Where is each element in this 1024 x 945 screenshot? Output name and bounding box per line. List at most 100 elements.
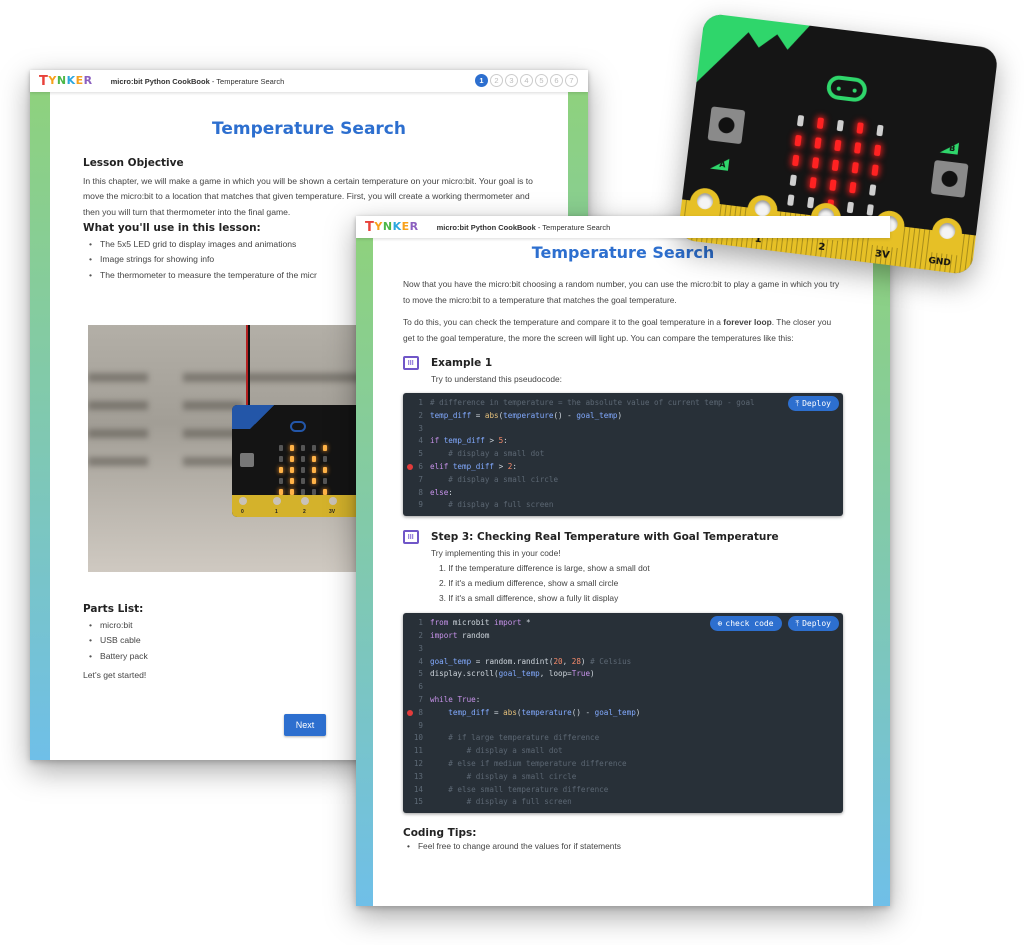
- deploy-button[interactable]: ⤒ Deploy: [787, 616, 839, 632]
- line-number[interactable]: 1: [403, 397, 427, 410]
- led: [834, 139, 842, 152]
- step-6[interactable]: 6: [550, 74, 563, 87]
- code-editor-step3[interactable]: 1 from microbit import * 2 import random 3 4 g…: [403, 613, 843, 814]
- code-line: 13 # display a small circle: [403, 771, 843, 784]
- code-editor-example[interactable]: 1 # difference in temperature = the absol…: [403, 393, 843, 517]
- step-3[interactable]: 3: [505, 74, 518, 87]
- example-subtitle: Try to understand this pseudocode:: [431, 374, 562, 384]
- line-number[interactable]: 3: [403, 643, 427, 656]
- line-number[interactable]: 14: [403, 784, 427, 797]
- led: [849, 181, 857, 194]
- step-5[interactable]: 5: [535, 74, 548, 87]
- led: [831, 159, 840, 172]
- forever-loop-term: forever loop: [723, 317, 772, 327]
- led: [796, 114, 805, 127]
- led: [290, 467, 294, 473]
- line-number[interactable]: 12: [403, 758, 427, 771]
- led: [301, 456, 305, 462]
- button-a[interactable]: [707, 106, 746, 145]
- microbit-green-corner: [696, 13, 824, 97]
- led: [279, 478, 283, 484]
- deploy-button[interactable]: ⤒ Deploy: [787, 396, 839, 411]
- step-4[interactable]: 4: [520, 74, 533, 87]
- led: [868, 184, 877, 196]
- code-line: 7 while True:: [403, 694, 843, 707]
- step-1[interactable]: 1: [475, 74, 488, 87]
- top-bar: TYNKER micro:bit Python CookBook - Tempe…: [30, 70, 588, 92]
- line-number[interactable]: 10: [403, 732, 427, 745]
- upload-icon: ⤒: [795, 398, 800, 408]
- led: [323, 467, 327, 473]
- check-code-button[interactable]: ⊕ check code: [709, 616, 782, 632]
- led: [846, 201, 855, 214]
- led: [794, 134, 802, 147]
- line-number[interactable]: 15: [403, 796, 427, 809]
- line-number[interactable]: 8: [403, 707, 427, 720]
- line-number[interactable]: 7: [403, 474, 427, 487]
- breadcrumb: micro:bit Python CookBook - Temperature …: [436, 222, 611, 232]
- led: [301, 445, 305, 451]
- code-line: 3: [403, 423, 843, 436]
- code-line: 12 # else if medium temperature differen…: [403, 758, 843, 771]
- led: [312, 467, 316, 473]
- line-number[interactable]: 9: [403, 499, 427, 512]
- step-7[interactable]: 7: [565, 74, 578, 87]
- code-block-icon: [403, 356, 419, 370]
- next-button[interactable]: Next: [284, 714, 326, 736]
- code-line: 4 goal_temp = random.randint(20, 28) # Ce…: [403, 656, 843, 669]
- step-indicator: 1 2 3 4 5 6 7: [475, 74, 578, 87]
- list-item: If it's a small difference, show a fully…: [448, 593, 619, 604]
- tynker-logo[interactable]: TYNKER: [39, 74, 93, 89]
- tynker-logo[interactable]: TYNKER: [365, 220, 419, 235]
- line-number[interactable]: 5: [403, 668, 427, 681]
- code-line: 9: [403, 720, 843, 733]
- led: [312, 478, 316, 484]
- line-number[interactable]: 7: [403, 694, 427, 707]
- line-number[interactable]: 4: [403, 435, 427, 448]
- led: [290, 478, 294, 484]
- led: [851, 161, 859, 174]
- book-title: micro:bit Python CookBook: [110, 76, 210, 86]
- line-number[interactable]: 13: [403, 771, 427, 784]
- led: [312, 456, 316, 462]
- code-line: 2 temp_diff = abs(temperature() - goal_te…: [403, 410, 843, 423]
- led: [301, 478, 305, 484]
- step-2[interactable]: 2: [490, 74, 503, 87]
- led: [836, 119, 844, 132]
- line-number[interactable]: 8: [403, 487, 427, 500]
- line-number[interactable]: 6: [403, 461, 427, 474]
- usb-cable: [246, 325, 250, 405]
- line-number[interactable]: 6: [403, 681, 427, 694]
- code-block-icon: [403, 530, 419, 545]
- led: [829, 179, 837, 192]
- book-title: micro:bit Python CookBook: [436, 222, 536, 232]
- led: [787, 194, 795, 206]
- pin-gnd[interactable]: [929, 216, 964, 256]
- led: [323, 456, 327, 462]
- objective-heading: Lesson Objective: [83, 157, 184, 169]
- line-number[interactable]: 3: [403, 423, 427, 436]
- code-line: 6 elif temp_diff > 2:: [403, 461, 843, 474]
- led: [816, 117, 825, 130]
- code-line: 3: [403, 643, 843, 656]
- led: [323, 445, 327, 451]
- line-number[interactable]: 4: [403, 656, 427, 669]
- led: [814, 137, 822, 149]
- line-number[interactable]: 5: [403, 448, 427, 461]
- line-number[interactable]: 9: [403, 720, 427, 733]
- led: [856, 122, 864, 134]
- line-number[interactable]: 1: [403, 617, 427, 630]
- led: [873, 144, 882, 157]
- microbit-photo: 0 1 2 3V: [88, 325, 378, 572]
- line-number[interactable]: 2: [403, 630, 427, 643]
- led: [279, 467, 283, 473]
- code-line: 1 # difference in temperature = the absol…: [403, 397, 843, 410]
- chapter-title: Temperature Search: [216, 76, 285, 86]
- code-line: 5 # display a small dot: [403, 448, 843, 461]
- line-number[interactable]: 2: [403, 410, 427, 423]
- led: [290, 456, 294, 462]
- line-number[interactable]: 11: [403, 745, 427, 758]
- led: [807, 196, 815, 209]
- button-b[interactable]: [930, 159, 969, 198]
- breadcrumb: micro:bit Python CookBook - Temperature …: [110, 76, 285, 86]
